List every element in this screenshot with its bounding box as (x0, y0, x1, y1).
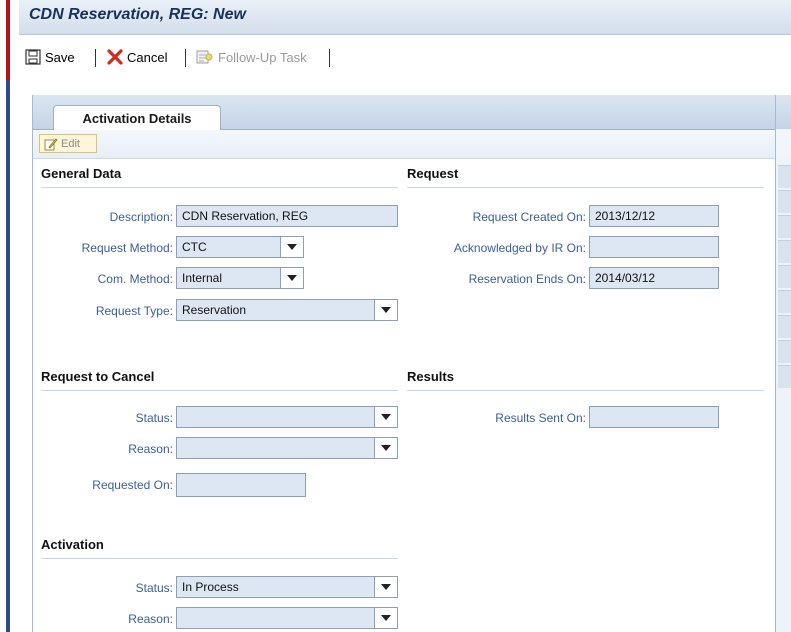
left-accent-bar (0, 0, 10, 632)
section-general-data: General Data (41, 166, 122, 181)
request-created-label: Request Created On: (472, 210, 586, 224)
activation-details-panel: Activation Details Edit General Data Des… (32, 95, 776, 632)
cancel-reason-label: Reason: (128, 442, 173, 456)
request-method-label: Request Method: (81, 241, 173, 255)
adjacent-panel-cell (778, 340, 791, 363)
cancel-label: Cancel (127, 49, 168, 65)
edit-label: Edit (61, 137, 80, 150)
edit-icon (44, 137, 58, 150)
section-activation: Activation (41, 537, 104, 552)
reservation-ends-label: Reservation Ends On: (468, 272, 586, 286)
acknowledged-label: Acknowledged by IR On: (453, 241, 586, 255)
follow-up-task-button[interactable]: Follow-Up Task (196, 49, 307, 65)
chevron-down-icon[interactable] (280, 237, 303, 257)
left-accent-blue (6, 80, 10, 632)
activation-status-label: Status: (135, 581, 173, 595)
activation-reason-select[interactable] (176, 607, 398, 629)
adjacent-panel-edge (775, 95, 791, 632)
adjacent-panel-cell (778, 290, 791, 313)
section-divider (41, 558, 398, 559)
adjacent-panel-cell (778, 215, 791, 238)
chevron-down-icon[interactable] (374, 407, 397, 427)
adjacent-panel-cell (778, 315, 791, 338)
adjacent-panel-cell (778, 165, 791, 188)
chevron-down-icon[interactable] (280, 268, 303, 288)
section-divider (407, 390, 764, 391)
tab-activation-details[interactable]: Activation Details (53, 105, 221, 130)
section-divider (407, 187, 764, 188)
title-bar: CDN Reservation, REG: New (19, 0, 791, 35)
panel-action-bar: Edit (33, 130, 776, 159)
chevron-down-icon[interactable] (374, 300, 397, 320)
section-request-to-cancel: Request to Cancel (41, 369, 155, 384)
adjacent-panel-cell (778, 190, 791, 213)
adjacent-panel-cell (778, 265, 791, 288)
description-label: Description: (109, 210, 173, 224)
results-sent-field[interactable] (589, 406, 719, 428)
toolbar: Save Cancel Follow-Up Task (19, 35, 791, 85)
section-results: Results (407, 369, 454, 384)
save-button[interactable]: Save (25, 49, 75, 65)
cancel-button[interactable]: Cancel (107, 49, 167, 65)
chevron-down-icon[interactable] (374, 438, 397, 458)
panel-tab-strip: Activation Details (33, 95, 776, 130)
activation-status-value: In Process (182, 580, 239, 594)
chevron-down-icon[interactable] (374, 608, 397, 628)
chevron-down-icon[interactable] (374, 577, 397, 597)
adjacent-panel-actionbar (776, 130, 791, 158)
section-divider (41, 187, 398, 188)
cancel-icon (107, 49, 123, 65)
toolbar-separator (329, 49, 330, 67)
activation-reason-label: Reason: (128, 612, 173, 626)
requested-on-field[interactable] (176, 473, 306, 497)
com-method-value: Internal (182, 271, 223, 285)
save-label: Save (45, 49, 75, 65)
cancel-reason-select[interactable] (176, 437, 398, 459)
task-icon (196, 50, 213, 64)
acknowledged-field[interactable] (589, 236, 719, 258)
request-method-select[interactable]: CTC (176, 236, 304, 258)
cancel-status-label: Status: (135, 411, 173, 425)
adjacent-panel-cell (778, 240, 791, 263)
save-icon (25, 49, 41, 65)
toolbar-separator (185, 49, 186, 67)
adjacent-panel-header (776, 95, 791, 129)
section-request: Request (407, 166, 459, 181)
request-method-value: CTC (182, 240, 207, 254)
section-divider (41, 390, 398, 391)
page-title: CDN Reservation, REG: New (29, 6, 246, 23)
cancel-status-select[interactable] (176, 406, 398, 428)
follow-up-task-label: Follow-Up Task (218, 49, 307, 65)
left-accent-red (6, 0, 10, 80)
request-type-value: Reservation (182, 303, 247, 317)
requested-on-label: Requested On: (92, 478, 173, 492)
reservation-ends-field[interactable]: 2014/03/12 (589, 267, 719, 289)
activation-status-select[interactable]: In Process (176, 576, 398, 598)
request-type-select[interactable]: Reservation (176, 299, 398, 321)
adjacent-panel-cell (778, 365, 791, 388)
request-created-field[interactable]: 2013/12/12 (589, 205, 719, 227)
toolbar-separator (95, 49, 96, 67)
com-method-label: Com. Method: (97, 272, 173, 286)
results-sent-label: Results Sent On: (495, 411, 586, 425)
request-type-label: Request Type: (95, 304, 173, 318)
edit-button[interactable]: Edit (39, 134, 97, 153)
com-method-select[interactable]: Internal (176, 267, 304, 289)
description-field[interactable]: CDN Reservation, REG (176, 205, 398, 227)
